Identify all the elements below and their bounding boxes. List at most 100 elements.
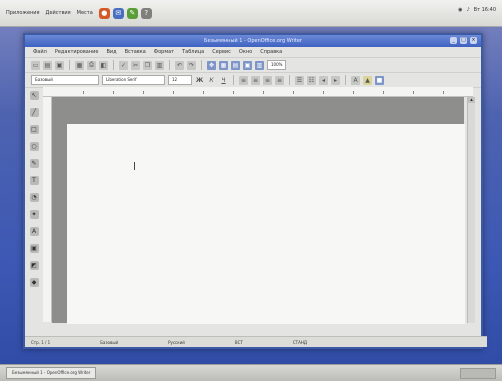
justify-icon[interactable]: ≡ (275, 75, 284, 85)
bullets-icon[interactable]: ☷ (307, 75, 316, 85)
taskbar-writer-button[interactable]: Безымянный 1 - OpenOffice.org Writer (6, 367, 97, 379)
status-insert-mode[interactable]: ВСТ (235, 340, 243, 345)
freeform-icon[interactable]: ✎ (29, 159, 39, 168)
shapes-icon[interactable]: ◆ (29, 278, 39, 287)
highlight-icon[interactable]: ▲ (363, 75, 372, 85)
menu-file[interactable]: Файл (33, 49, 47, 55)
mail-launcher-icon[interactable]: ✉ (112, 7, 124, 19)
menubar: Файл Редактирование Вид Вставка Формат Т… (25, 47, 481, 58)
clock[interactable]: Вт 16:40 (474, 7, 496, 13)
vertical-scrollbar[interactable]: ▴ (467, 97, 475, 323)
spellcheck-icon[interactable]: ✓ (119, 60, 128, 70)
navigator-icon[interactable]: ✥ (207, 60, 216, 70)
gallery-icon[interactable]: ▣ (243, 60, 252, 70)
quick-launch: ● ✉ ✎ ? (98, 7, 152, 19)
paste-icon[interactable]: ▥ (155, 60, 164, 70)
numbering-icon[interactable]: ☰ (295, 75, 304, 85)
align-left-icon[interactable]: ≡ (239, 75, 248, 85)
ruler-tick (353, 91, 354, 94)
writer-window: Безымянный 1 - OpenOffice.org Writer _ □… (23, 33, 487, 349)
menu-edit[interactable]: Редактирование (55, 49, 99, 55)
scroll-up-icon[interactable]: ▴ (468, 97, 475, 103)
menu-places[interactable]: Места (77, 10, 93, 16)
line-icon[interactable]: ╱ (29, 108, 39, 117)
cut-icon[interactable]: ✂ (131, 60, 140, 70)
ruler-tick (323, 91, 324, 94)
toolbar-separator (289, 75, 290, 85)
menu-tools[interactable]: Сервис (212, 49, 231, 55)
maximize-icon[interactable]: □ (460, 37, 467, 44)
italic-icon[interactable]: К (207, 76, 216, 85)
bold-icon[interactable]: Ж (195, 76, 204, 85)
document-page[interactable] (67, 124, 465, 324)
menu-insert[interactable]: Вставка (125, 49, 146, 55)
horizontal-ruler[interactable] (43, 87, 473, 97)
font-name-combo[interactable]: Liberation Serif (102, 75, 165, 85)
window-titlebar[interactable]: Безымянный 1 - OpenOffice.org Writer _ □… (25, 35, 481, 47)
volume-icon[interactable]: ♪ (466, 7, 469, 13)
minimize-icon[interactable]: _ (450, 37, 457, 44)
browser-launcher-icon[interactable]: ● (98, 7, 110, 19)
underline-icon[interactable]: Ч (219, 76, 228, 85)
open-icon[interactable]: ▤ (43, 60, 52, 70)
status-selection-mode[interactable]: СТАНД (293, 340, 307, 345)
toolbar-separator (345, 75, 346, 85)
decrease-indent-icon[interactable]: ◂ (319, 75, 328, 85)
toolbar-separator (69, 60, 70, 70)
menu-applications[interactable]: Приложения (6, 10, 40, 16)
extrusion-icon[interactable]: ◩ (29, 261, 39, 270)
vertical-ruler[interactable] (43, 97, 52, 322)
paragraph-style-combo[interactable]: Базовый (31, 75, 99, 85)
redo-icon[interactable]: ↷ (187, 60, 196, 70)
drawing-toolbar: ↖ ╱ □ ○ ✎ T ◔ ✦ A ▣ ◩ ◆ (27, 87, 41, 327)
network-icon[interactable]: ◉ (458, 7, 462, 13)
ellipse-icon[interactable]: ○ (29, 142, 39, 151)
font-color-icon[interactable]: A (351, 75, 360, 85)
ruler-tick (443, 91, 444, 94)
top-panel-menu: Приложения Действия Места (0, 10, 93, 16)
help-launcher-icon[interactable]: ? (140, 7, 152, 19)
window-title: Безымянный 1 - OpenOffice.org Writer (204, 38, 302, 44)
menu-view[interactable]: Вид (106, 49, 116, 55)
print-icon[interactable]: ⎙ (87, 60, 96, 70)
toolbar-separator (169, 60, 170, 70)
menu-window[interactable]: Окно (239, 49, 252, 55)
text-cursor (134, 162, 135, 170)
zoom-combo[interactable]: 100% (267, 60, 287, 70)
chart-icon[interactable]: ▤ (231, 60, 240, 70)
menu-actions[interactable]: Действия (46, 10, 71, 16)
toolbar-separator (201, 60, 202, 70)
ruler-tick (233, 91, 234, 94)
points-icon[interactable]: ✦ (29, 210, 39, 219)
office-launcher-icon[interactable]: ✎ (126, 7, 138, 19)
datasource-icon[interactable]: ▥ (255, 60, 264, 70)
rectangle-icon[interactable]: □ (29, 125, 39, 134)
copy-icon[interactable]: ❐ (143, 60, 152, 70)
menu-format[interactable]: Формат (154, 49, 174, 55)
from-file-icon[interactable]: ▣ (29, 244, 39, 253)
print-preview-icon[interactable]: ◧ (99, 60, 108, 70)
undo-icon[interactable]: ↶ (175, 60, 184, 70)
text-icon[interactable]: T (29, 176, 39, 185)
menu-help[interactable]: Справка (260, 49, 282, 55)
ruler-tick (383, 91, 384, 94)
select-icon[interactable]: ↖ (29, 91, 39, 100)
bottom-taskbar: Безымянный 1 - OpenOffice.org Writer (0, 364, 502, 381)
font-size-combo[interactable]: 12 (168, 75, 192, 85)
align-center-icon[interactable]: ≡ (251, 75, 260, 85)
callout-icon[interactable]: ◔ (29, 193, 39, 202)
workspace-switcher[interactable] (460, 368, 496, 379)
save-icon[interactable]: ▣ (55, 60, 64, 70)
increase-indent-icon[interactable]: ▸ (331, 75, 340, 85)
ruler-tick (113, 91, 114, 94)
fontwork-icon[interactable]: A (29, 227, 39, 236)
table-icon[interactable]: ▦ (219, 60, 228, 70)
menu-table[interactable]: Таблица (182, 49, 204, 55)
new-document-icon[interactable]: ▭ (31, 60, 40, 70)
export-pdf-icon[interactable]: ▦ (75, 60, 84, 70)
background-color-icon[interactable]: ■ (375, 75, 384, 85)
status-style: Базовый (100, 339, 119, 345)
close-icon[interactable]: × (470, 37, 477, 44)
align-right-icon[interactable]: ≡ (263, 75, 272, 85)
toolbar-separator (113, 60, 114, 70)
